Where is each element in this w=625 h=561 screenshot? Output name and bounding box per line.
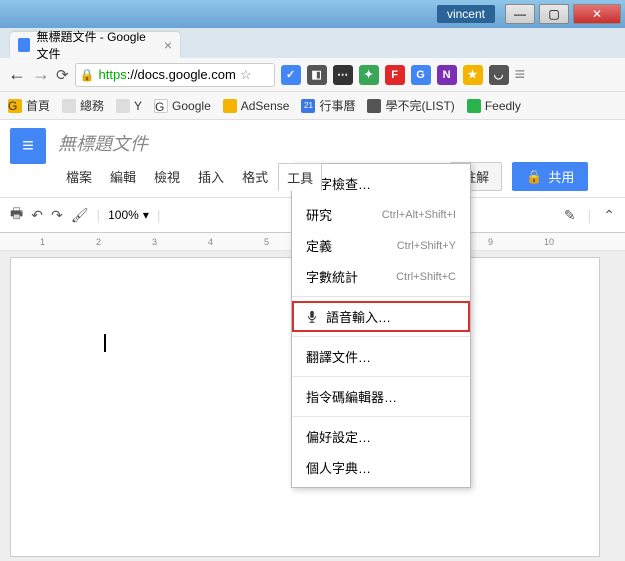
docs-logo-icon[interactable]: ≡: [10, 128, 46, 164]
menu-item-define[interactable]: 定義Ctrl+Shift+Y: [292, 230, 470, 261]
menu-separator: [292, 376, 470, 377]
tools-dropdown-menu: 拼字檢查… 研究Ctrl+Alt+Shift+I 定義Ctrl+Shift+Y …: [291, 163, 471, 488]
address-bar[interactable]: 🔒 https://docs.google.com ☆: [75, 63, 275, 87]
calendar-icon: 21: [301, 99, 315, 113]
menu-separator: [292, 296, 470, 297]
extension-icon[interactable]: ◧: [307, 65, 327, 85]
window-titlebar: vincent — ▢ ✕: [0, 0, 625, 28]
bookmark-item[interactable]: G首頁: [8, 97, 50, 114]
reload-button[interactable]: ⟳: [56, 66, 69, 84]
lock-icon: 🔒: [80, 68, 95, 82]
paint-format-icon[interactable]: 🖌: [71, 207, 89, 224]
bookmark-item[interactable]: GGoogle: [154, 99, 211, 113]
editing-mode-icon[interactable]: ✎: [564, 207, 576, 224]
bookmark-item[interactable]: AdSense: [223, 99, 290, 113]
google-translate-icon[interactable]: G: [411, 65, 431, 85]
browser-menu-icon[interactable]: ≡: [515, 64, 526, 85]
folder-icon: [116, 99, 130, 113]
bookmark-icon: G: [8, 99, 22, 113]
menu-item-wordcount[interactable]: 字數統計Ctrl+Shift+C: [292, 261, 470, 292]
print-icon[interactable]: 🖶: [10, 203, 23, 227]
menu-separator: [292, 416, 470, 417]
menu-separator: [292, 336, 470, 337]
menu-file[interactable]: 檔案: [58, 163, 100, 190]
menu-item-translate[interactable]: 翻譯文件…: [292, 341, 470, 372]
bookmark-item[interactable]: Feedly: [467, 99, 521, 113]
menu-format[interactable]: 格式: [234, 163, 276, 190]
undo-icon[interactable]: ↶: [31, 207, 43, 224]
lock-icon: 🔒: [526, 169, 542, 185]
extension-icon[interactable]: ★: [463, 65, 483, 85]
bookmark-item[interactable]: 總務: [62, 97, 104, 114]
google-icon: G: [154, 99, 168, 113]
window-close-button[interactable]: ✕: [573, 4, 621, 24]
share-button[interactable]: 🔒共用: [512, 162, 588, 191]
bookmark-item[interactable]: 21行事曆: [301, 97, 355, 114]
window-minimize-button[interactable]: —: [505, 4, 535, 24]
folder-icon: [62, 99, 76, 113]
tab-close-icon[interactable]: ×: [164, 37, 172, 53]
bookmark-icon: [367, 99, 381, 113]
onenote-icon[interactable]: N: [437, 65, 457, 85]
menu-item-preferences[interactable]: 偏好設定…: [292, 421, 470, 452]
user-badge: vincent: [437, 5, 495, 23]
pocket-icon[interactable]: ◡: [489, 65, 509, 85]
window-maximize-button[interactable]: ▢: [539, 4, 569, 24]
flipboard-icon[interactable]: F: [385, 65, 405, 85]
docs-favicon: [18, 38, 30, 52]
chevron-up-icon[interactable]: ⌃: [603, 207, 615, 224]
menu-view[interactable]: 檢視: [146, 163, 188, 190]
menu-item-research[interactable]: 研究Ctrl+Alt+Shift+I: [292, 199, 470, 230]
docs-header: ≡ 無標題文件 檔案 編輯 檢視 插入 格式 工具 表格 外掛程式 註解 🔒共用: [0, 120, 625, 191]
extension-icon[interactable]: ⋯: [333, 65, 353, 85]
bookmark-item[interactable]: Y: [116, 99, 142, 113]
browser-tabstrip: 無標題文件 - Google 文件 ×: [0, 28, 625, 58]
menu-insert[interactable]: 插入: [190, 163, 232, 190]
bookmark-star-icon[interactable]: ☆: [240, 67, 252, 83]
menu-item-voice-typing[interactable]: 語音輸入…: [292, 301, 470, 332]
feedly-icon: [467, 99, 481, 113]
back-button[interactable]: ←: [8, 64, 26, 85]
bookmarks-bar: G首頁 總務 Y GGoogle AdSense 21行事曆 學不完(LIST)…: [0, 92, 625, 120]
redo-icon[interactable]: ↷: [51, 207, 63, 224]
tab-title: 無標題文件 - Google 文件: [36, 28, 157, 62]
microphone-icon: [306, 310, 318, 324]
menu-item-script-editor[interactable]: 指令碼編輯器…: [292, 381, 470, 412]
adsense-icon: [223, 99, 237, 113]
browser-tab[interactable]: 無標題文件 - Google 文件 ×: [10, 32, 180, 58]
extension-icon[interactable]: ✓: [281, 65, 301, 85]
menu-tools[interactable]: 工具: [278, 163, 322, 191]
url-text: https://docs.google.com: [99, 67, 236, 82]
menu-item-personal-dictionary[interactable]: 個人字典…: [292, 452, 470, 483]
evernote-icon[interactable]: ✦: [359, 65, 379, 85]
menu-edit[interactable]: 編輯: [102, 163, 144, 190]
browser-toolbar: ← → ⟳ 🔒 https://docs.google.com ☆ ✓ ◧ ⋯ …: [0, 58, 625, 92]
text-cursor: [105, 334, 106, 352]
forward-button[interactable]: →: [32, 64, 50, 85]
zoom-select[interactable]: 100% ▾: [108, 208, 149, 222]
document-title[interactable]: 無標題文件: [58, 128, 615, 158]
bookmark-item[interactable]: 學不完(LIST): [367, 97, 454, 114]
